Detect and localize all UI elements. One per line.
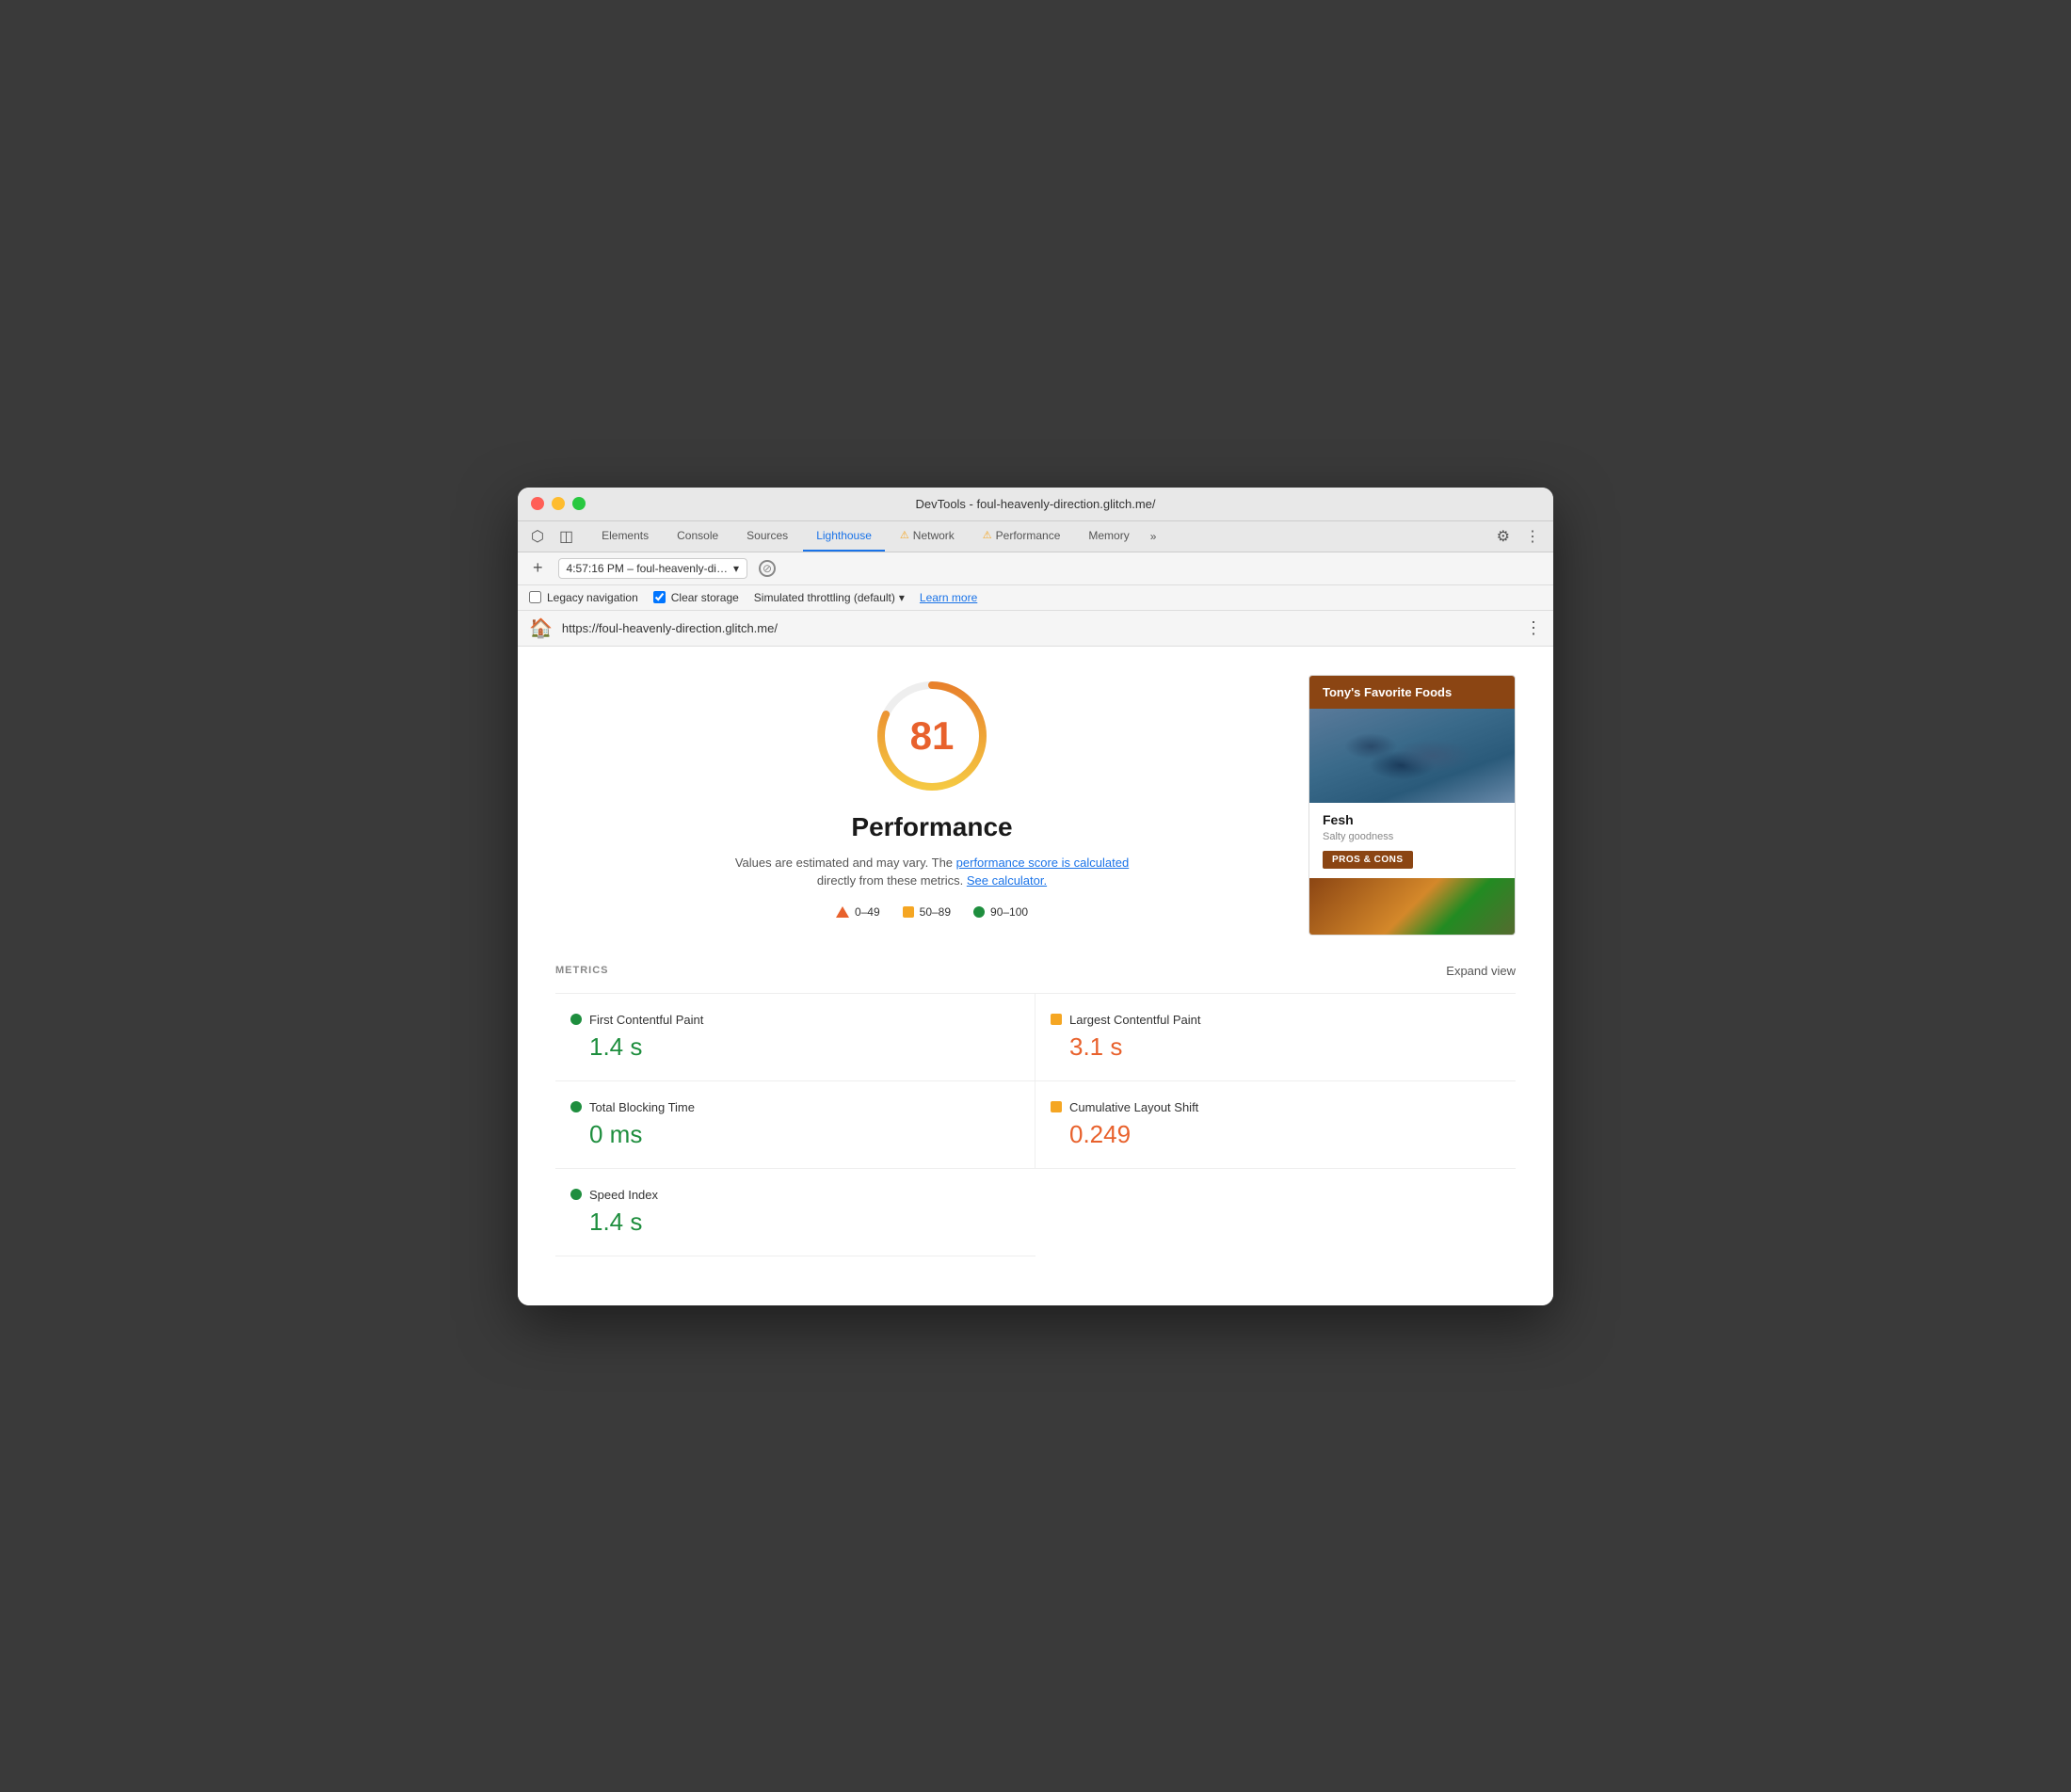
- tab-performance[interactable]: ⚠ Performance: [970, 521, 1074, 552]
- metric-si-name-row: Speed Index: [570, 1188, 1020, 1202]
- more-options-icon[interactable]: ⋮: [1521, 523, 1544, 550]
- title-bar: DevTools - foul-heavenly-direction.glitc…: [518, 488, 1553, 521]
- clear-storage-checkbox[interactable]: [653, 591, 666, 603]
- options-bar: Legacy navigation Clear storage Simulate…: [518, 585, 1553, 611]
- top-section: 81 Performance Values are estimated and …: [555, 675, 1516, 936]
- tab-sources[interactable]: Sources: [733, 521, 801, 552]
- legend-bad: 0–49: [836, 905, 880, 919]
- preview-image-fish: [1309, 709, 1515, 803]
- lighthouse-icon: 🏠: [529, 616, 553, 640]
- legend-good: 90–100: [973, 905, 1028, 919]
- block-icon[interactable]: ⊘: [759, 560, 776, 577]
- legend-medium: 50–89: [903, 905, 951, 919]
- url-bar: 🏠 https://foul-heavenly-direction.glitch…: [518, 611, 1553, 647]
- metrics-header: METRICS Expand view: [555, 964, 1516, 978]
- metrics-grid: First Contentful Paint 1.4 s Largest Con…: [555, 993, 1516, 1256]
- inspect-icon[interactable]: ⬡: [527, 521, 548, 552]
- devtools-window: DevTools - foul-heavenly-direction.glitc…: [518, 488, 1553, 1305]
- tabs-right-actions: ⚙ ⋮: [1493, 523, 1544, 550]
- url-more-icon[interactable]: ⋮: [1525, 618, 1542, 638]
- score-number: 81: [910, 713, 955, 759]
- session-chevron-icon: ▾: [733, 562, 739, 575]
- preview-item-name: Fesh: [1323, 812, 1501, 827]
- score-section: 81 Performance Values are estimated and …: [555, 675, 1308, 919]
- tab-tool-icons: ⬡ ◫: [527, 521, 577, 552]
- metric-lcp-name-row: Largest Contentful Paint: [1051, 1013, 1501, 1027]
- good-indicator-icon: [973, 906, 985, 918]
- tabs-bar: ⬡ ◫ Elements Console Sources Lighthouse …: [518, 521, 1553, 552]
- si-value: 1.4 s: [570, 1208, 1020, 1237]
- lcp-value: 3.1 s: [1051, 1032, 1501, 1062]
- preview-image-second: [1309, 878, 1515, 935]
- legacy-navigation-checkbox[interactable]: [529, 591, 541, 603]
- cls-indicator-icon: [1051, 1101, 1062, 1112]
- window-title: DevTools - foul-heavenly-direction.glitc…: [915, 497, 1155, 511]
- score-legend: 0–49 50–89 90–100: [836, 905, 1028, 919]
- si-label: Speed Index: [589, 1188, 658, 1202]
- medium-indicator-icon: [903, 906, 914, 918]
- preview-item-desc: Salty goodness: [1323, 831, 1501, 842]
- lcp-indicator-icon: [1051, 1014, 1062, 1025]
- tab-lighthouse[interactable]: Lighthouse: [803, 521, 885, 552]
- tab-console[interactable]: Console: [664, 521, 731, 552]
- metric-tbt: Total Blocking Time 0 ms: [555, 1081, 1036, 1169]
- settings-icon[interactable]: ⚙: [1493, 523, 1514, 550]
- performance-title: Performance: [851, 812, 1012, 842]
- add-session-icon[interactable]: +: [529, 558, 547, 578]
- clear-storage-option[interactable]: Clear storage: [653, 591, 739, 604]
- device-icon[interactable]: ◫: [555, 521, 577, 552]
- metric-fcp: First Contentful Paint 1.4 s: [555, 994, 1036, 1081]
- preview-card-header: Tony's Favorite Foods: [1309, 676, 1515, 709]
- tbt-label: Total Blocking Time: [589, 1100, 695, 1114]
- close-button[interactable]: [531, 497, 544, 510]
- network-warning-icon: ⚠: [900, 529, 909, 541]
- maximize-button[interactable]: [572, 497, 586, 510]
- metric-cls-name-row: Cumulative Layout Shift: [1051, 1100, 1501, 1114]
- bad-indicator-icon: [836, 906, 849, 918]
- expand-view-button[interactable]: Expand view: [1446, 964, 1516, 978]
- url-text: https://foul-heavenly-direction.glitch.m…: [562, 621, 1516, 635]
- tabs-more-button[interactable]: »: [1145, 522, 1163, 551]
- calculator-link[interactable]: See calculator.: [967, 873, 1047, 888]
- throttling-label: Simulated throttling (default) ▾: [754, 591, 905, 604]
- metric-tbt-name-row: Total Blocking Time: [570, 1100, 1019, 1114]
- metric-fcp-name-row: First Contentful Paint: [570, 1013, 1019, 1027]
- si-indicator-icon: [570, 1189, 582, 1200]
- tab-elements[interactable]: Elements: [588, 521, 662, 552]
- fish-image: [1309, 709, 1515, 803]
- performance-subtitle: Values are estimated and may vary. The p…: [734, 854, 1130, 890]
- tab-network[interactable]: ⚠ Network: [887, 521, 968, 552]
- tbt-value: 0 ms: [570, 1120, 1019, 1149]
- cls-value: 0.249: [1051, 1120, 1501, 1149]
- fcp-label: First Contentful Paint: [589, 1013, 703, 1027]
- session-selector[interactable]: 4:57:16 PM – foul-heavenly-di… ▾: [558, 558, 747, 579]
- metric-lcp: Largest Contentful Paint 3.1 s: [1036, 994, 1516, 1081]
- main-content: 81 Performance Values are estimated and …: [518, 647, 1553, 1305]
- legacy-navigation-option[interactable]: Legacy navigation: [529, 591, 638, 604]
- preview-card-body: Fesh Salty goodness PROS & CONS: [1309, 803, 1515, 878]
- session-bar: + 4:57:16 PM – foul-heavenly-di… ▾ ⊘: [518, 552, 1553, 585]
- perf-score-link[interactable]: performance score is calculated: [956, 856, 1130, 870]
- tbt-indicator-icon: [570, 1101, 582, 1112]
- metric-cls: Cumulative Layout Shift 0.249: [1036, 1081, 1516, 1169]
- score-circle: 81: [871, 675, 993, 797]
- fcp-indicator-icon: [570, 1014, 582, 1025]
- throttle-chevron-icon: ▾: [899, 591, 905, 604]
- cls-label: Cumulative Layout Shift: [1069, 1100, 1198, 1114]
- tab-memory[interactable]: Memory: [1075, 521, 1142, 552]
- performance-warning-icon: ⚠: [983, 529, 992, 541]
- minimize-button[interactable]: [552, 497, 565, 510]
- learn-more-link[interactable]: Learn more: [920, 591, 977, 604]
- traffic-lights: [531, 497, 586, 510]
- metrics-section-label: METRICS: [555, 965, 609, 976]
- lcp-label: Largest Contentful Paint: [1069, 1013, 1200, 1027]
- fcp-value: 1.4 s: [570, 1032, 1019, 1062]
- pros-cons-button[interactable]: PROS & CONS: [1323, 851, 1413, 869]
- preview-card: Tony's Favorite Foods Fesh Salty goodnes…: [1308, 675, 1516, 936]
- metric-si: Speed Index 1.4 s: [555, 1169, 1036, 1256]
- session-label-text: 4:57:16 PM – foul-heavenly-di…: [567, 562, 728, 575]
